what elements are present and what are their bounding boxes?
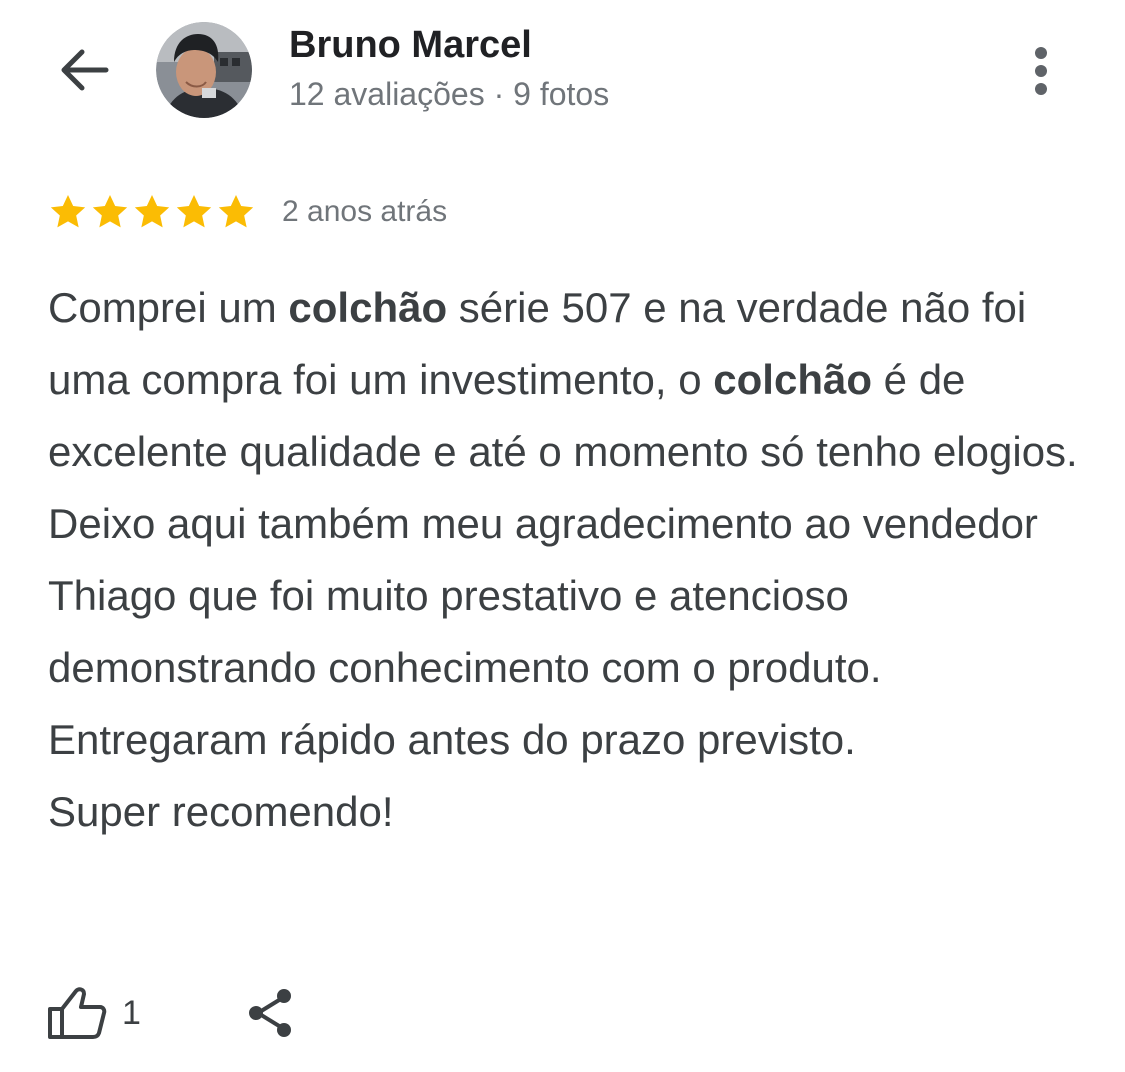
review-text-segment: série 507 e na verdade <box>447 284 901 331</box>
rating-row: 2 anos atrás <box>48 190 447 234</box>
reviewer-meta: 12 avaliações · 9 fotos <box>289 76 610 112</box>
avatar[interactable] <box>156 22 252 118</box>
share-button[interactable] <box>240 982 302 1044</box>
share-icon <box>249 989 291 1037</box>
review-text-segment: rápido antes do prazo previsto. <box>279 716 856 763</box>
review-text-segment: Super recomendo! <box>48 788 394 835</box>
like-button[interactable]: 1 <box>46 980 141 1046</box>
arrow-back-icon <box>61 49 109 91</box>
star-icon <box>50 195 86 228</box>
back-button[interactable] <box>52 42 114 98</box>
more-vert-icon <box>1035 47 1047 59</box>
review-time: 2 anos atrás <box>282 195 448 228</box>
thumb-up-icon <box>48 987 107 1039</box>
more-vert-icon-dot <box>1035 65 1047 77</box>
reviewer-name[interactable]: Bruno Marcel <box>289 24 532 67</box>
star-icon <box>92 195 128 228</box>
review-highlight: colchão <box>288 284 448 331</box>
star-icon <box>176 195 212 228</box>
star-icon <box>218 195 254 228</box>
more-options-button[interactable] <box>1018 40 1064 102</box>
review-highlight: colchão <box>713 356 872 403</box>
star-rating <box>48 192 256 232</box>
like-count: 1 <box>122 993 141 1032</box>
review-text-segment: Comprei um <box>48 284 289 331</box>
review-text: Comprei um colchão série 507 e na verdad… <box>48 272 1088 848</box>
star-icon <box>134 195 170 228</box>
more-vert-icon-dot <box>1035 83 1047 95</box>
user-avatar <box>156 22 252 118</box>
